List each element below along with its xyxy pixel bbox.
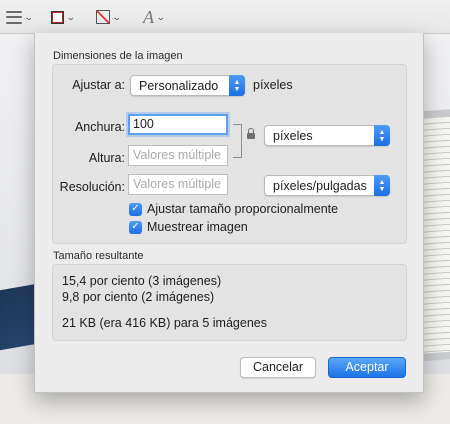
chevron-down-icon: ⌄	[23, 11, 34, 22]
scale-proportionally-checkbox[interactable]: ✓ Ajustar tamaño proporcionalmente	[129, 202, 338, 216]
lock-bracket	[233, 124, 242, 158]
result-line: 21 KB (era 416 KB) para 5 imágenes	[62, 316, 267, 330]
fit-popup[interactable]: Personalizado ▲ ▼	[130, 75, 245, 96]
result-line: 15,4 por ciento (3 imágenes)	[62, 274, 222, 288]
resolution-unit-popup[interactable]: píxeles/pulgadas ▲ ▼	[264, 175, 390, 196]
width-label: Anchura:	[74, 120, 125, 134]
chevron-down-icon: ⌄	[155, 11, 166, 22]
cancel-button[interactable]: Cancelar	[240, 357, 316, 378]
fill-color-button[interactable]: ⌄	[96, 6, 122, 28]
font-icon: A	[143, 7, 154, 27]
resolution-field[interactable]: Valores múltiple	[128, 174, 228, 195]
ok-button[interactable]: Aceptar	[328, 357, 406, 378]
scale-proportionally-label: Ajustar tamaño proporcionalmente	[147, 202, 339, 216]
resample-checkbox[interactable]: ✓ Muestrear imagen	[129, 220, 248, 234]
chevron-down-icon: ⌄	[111, 11, 122, 22]
adjust-size-dialog: Dimensiones de la imagen Ajustar a: Pers…	[34, 33, 424, 393]
checkmark-icon: ✓	[129, 220, 142, 234]
text-style-button[interactable]: A ⌄	[143, 6, 166, 28]
width-field[interactable]: 100	[128, 114, 228, 135]
height-field[interactable]: Valores múltiple	[128, 145, 228, 166]
fit-label: Ajustar a:	[72, 78, 125, 92]
chevron-down-icon: ⌄	[65, 11, 76, 22]
resolution-unit-value: píxeles/pulgadas	[273, 179, 367, 193]
resample-label: Muestrear imagen	[147, 220, 248, 234]
size-unit-value: píxeles	[273, 129, 313, 143]
toolbar: ⌄ ⌄ ⌄ A ⌄	[0, 0, 450, 34]
height-label: Altura:	[88, 151, 125, 165]
result-title: Tamaño resultante	[53, 250, 144, 262]
up-down-arrows-icon: ▲ ▼	[374, 125, 390, 146]
checkmark-icon: ✓	[129, 202, 142, 216]
up-down-arrows-icon: ▲ ▼	[229, 75, 245, 96]
up-down-arrows-icon: ▲ ▼	[374, 175, 390, 196]
fill-color-icon	[96, 10, 110, 24]
list-icon	[6, 10, 22, 24]
fit-value: Personalizado	[139, 79, 219, 93]
border-color-icon	[51, 10, 64, 24]
resolution-label: Resolución:	[59, 180, 125, 194]
lock-icon[interactable]	[247, 128, 255, 139]
fit-unit-label: píxeles	[253, 78, 293, 92]
size-unit-popup[interactable]: píxeles ▲ ▼	[264, 125, 390, 146]
border-color-button[interactable]: ⌄	[51, 6, 76, 28]
result-line: 9,8 por ciento (2 imágenes)	[62, 290, 215, 304]
dimensions-title: Dimensiones de la imagen	[53, 50, 183, 62]
shape-style-button[interactable]: ⌄	[6, 6, 34, 28]
